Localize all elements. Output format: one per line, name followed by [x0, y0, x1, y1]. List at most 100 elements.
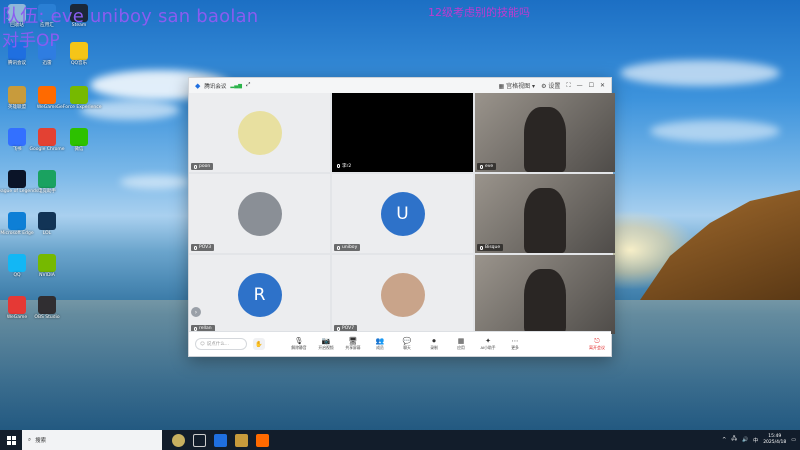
feishu-icon	[8, 128, 26, 146]
chrome-icon	[38, 128, 56, 146]
participant-name: 李r2	[342, 164, 352, 169]
volume-icon[interactable]: 🔊	[742, 437, 748, 443]
task-view-icon[interactable]	[193, 433, 206, 447]
notification-icon[interactable]: ▭	[791, 437, 796, 443]
taskbar-lol-icon[interactable]	[235, 433, 248, 447]
desktop-icon[interactable]: GeForce Experience	[57, 86, 101, 111]
mic-icon	[194, 245, 197, 250]
cloud	[120, 175, 190, 189]
signal-icon: ▂▄▆	[230, 82, 242, 89]
desktop-icon[interactable]: 电竞助手	[32, 170, 62, 195]
participant-name-tag: Bisque	[477, 244, 504, 251]
participant-avatar	[237, 191, 282, 236]
desktop-icon[interactable]: LOL	[32, 212, 62, 237]
taskbar-apps	[172, 433, 269, 447]
chat-input[interactable]: ☺ 说点什么...	[195, 338, 247, 350]
cloud	[620, 60, 780, 86]
desktop-icon[interactable]: League of Legends	[0, 170, 38, 195]
desktop-icon[interactable]: QQ音乐	[64, 42, 94, 67]
desktop-icon[interactable]: 飞书	[2, 128, 32, 153]
participant-tile[interactable]: Uuniboy	[332, 174, 473, 253]
participant-tile[interactable]: Bisque	[475, 174, 615, 253]
desktop-icon[interactable]: 英雄联盟	[2, 86, 32, 111]
nvidia2-icon	[38, 254, 56, 272]
lol2-icon	[38, 212, 56, 230]
participant-tile[interactable]: eve	[475, 93, 615, 172]
tray-expand-icon[interactable]: ^	[722, 437, 726, 443]
edge-icon	[8, 212, 26, 230]
desktop-icon-label: Microsoft Edge	[0, 231, 34, 236]
share-screen-button[interactable]: 🖥 共享屏幕	[341, 337, 365, 351]
leave-meeting-button[interactable]: ⎋ 离开会议	[589, 337, 605, 351]
toolbar-label: AI小助手	[480, 345, 496, 350]
mic-icon	[337, 164, 340, 168]
mic-icon	[337, 326, 340, 331]
chat-icon: 💬	[402, 337, 412, 345]
participant-tile[interactable]: Rrellan	[189, 255, 330, 334]
network-icon[interactable]: 🖧	[731, 436, 737, 444]
toolbar-label: 开启视频	[318, 345, 334, 350]
chat-placeholder: 说点什么...	[206, 342, 229, 347]
participant-name: Bisque	[485, 245, 501, 250]
ime-indicator[interactable]: 中	[753, 437, 758, 444]
record-button[interactable]: ⏺ 录制	[422, 337, 446, 351]
members-button[interactable]: 👥 成员	[368, 337, 392, 351]
participant-tile[interactable]: poon	[189, 93, 330, 172]
taskbar-meeting-icon[interactable]	[214, 433, 227, 447]
video-grid: poon 李r2 eve POV3 Uuniboy Bisque Rrellan POV7	[189, 93, 615, 334]
participant-tile[interactable]: 李r2	[332, 93, 473, 172]
apps-button[interactable]: ▦ 应用	[449, 337, 473, 351]
participant-avatar	[380, 272, 425, 317]
taskbar-game-icon[interactable]	[172, 433, 185, 447]
record-icon: ⏺	[432, 337, 436, 345]
participant-tile[interactable]: POV3	[189, 174, 330, 253]
taskbar-search[interactable]: ⌕ 搜索	[22, 430, 162, 450]
toolbar-label: 共享屏幕	[345, 345, 361, 350]
settings-button[interactable]: ⚙ 设置	[541, 81, 560, 90]
desktop-icon[interactable]: Microsoft Edge	[0, 212, 34, 237]
ai-button[interactable]: ✦ AI小助手	[476, 337, 500, 351]
minimize-button[interactable]: —	[577, 82, 583, 89]
desktop-icon[interactable]: Google Chrome	[29, 128, 65, 153]
participant-tile[interactable]	[475, 255, 615, 334]
desktop-icon-label: WeGame	[36, 105, 58, 110]
close-button[interactable]: ✕	[600, 82, 605, 89]
participant-name-tag: POV3	[191, 244, 215, 251]
desktop-icon[interactable]: OBS Studio	[32, 296, 62, 321]
start-button[interactable]	[0, 430, 22, 450]
desktop-icon-label: 微信	[74, 147, 84, 152]
taskbar-wegame-icon[interactable]	[256, 433, 269, 447]
apps-icon: ▦	[457, 337, 465, 345]
chat-button[interactable]: 💬 聊天	[395, 337, 419, 351]
qq-icon	[8, 254, 26, 272]
participant-name-tag: uniboy	[334, 244, 361, 251]
desktop-icon-label: Google Chrome	[29, 147, 65, 152]
camera-button[interactable]: 📷 开启视频	[314, 337, 338, 351]
music-icon	[70, 42, 88, 60]
hand-raise-button[interactable]: ✋	[253, 338, 265, 350]
toolbar-label: 聊天	[403, 345, 411, 350]
team-overlay-text: 队伍: eve uniboy san baolan	[2, 6, 259, 27]
participant-avatar	[237, 110, 282, 155]
gallery-view-button[interactable]: ▦ 宫格视图 ▾	[499, 81, 536, 90]
maximize-button[interactable]: ☐	[589, 82, 594, 89]
participant-name: poon	[199, 164, 211, 169]
desktop-icon-label: 飞书	[12, 147, 22, 152]
mic-button[interactable]: 🎙 解除静音	[287, 337, 311, 351]
toolbar-buttons: 🎙 解除静音 📷 开启视频 🖥 共享屏幕 👥 成员 💬 聊天 ⏺ 录制 ▦ 应用 ✦ AI小助手 ⋯ 更多	[287, 337, 527, 351]
clock[interactable]: 15:49 2025/4/18	[763, 434, 786, 446]
participant-tile[interactable]: POV7	[332, 255, 473, 334]
mic-icon	[194, 164, 197, 169]
minimize-view-icon[interactable]: ⤢	[246, 82, 250, 89]
fullscreen-icon[interactable]: ⛶	[566, 82, 570, 90]
sidebar-toggle-icon[interactable]: ›	[191, 307, 201, 317]
wechat-icon	[70, 128, 88, 146]
toolbar-label: 录制	[430, 345, 438, 350]
system-tray: ^ 🖧 🔊 中 15:49 2025/4/18 ▭	[722, 434, 800, 446]
meeting-title: 腾讯会议	[204, 83, 227, 90]
desktop-icon[interactable]: QQ	[2, 254, 32, 279]
desktop-icon[interactable]: 微信	[64, 128, 94, 153]
desktop-icon[interactable]: WeGame	[2, 296, 32, 321]
desktop-icon[interactable]: NVIDIA	[32, 254, 62, 279]
more-button[interactable]: ⋯ 更多	[503, 337, 527, 351]
